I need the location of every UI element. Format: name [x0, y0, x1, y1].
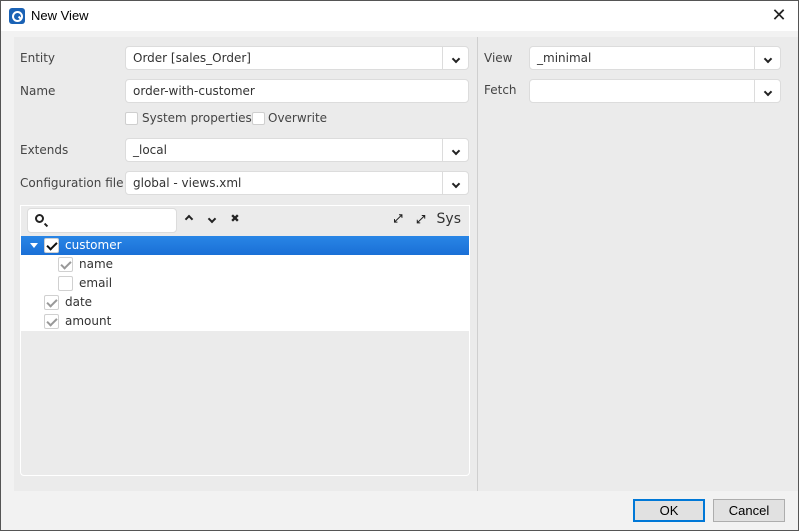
name-label: Name	[20, 84, 56, 98]
entity-select[interactable]: Order [sales_Order]	[125, 46, 469, 70]
close-button[interactable]: ✕	[764, 4, 794, 28]
ok-button[interactable]: OK	[633, 499, 705, 522]
right-pane: View _minimal Fetch	[478, 37, 798, 491]
config-file-value: global - views.xml	[133, 176, 242, 190]
tree-checkbox[interactable]	[44, 295, 59, 310]
chevron-down-icon	[451, 179, 460, 189]
name-input[interactable]	[125, 79, 469, 103]
config-file-dropdown-button[interactable]	[442, 172, 468, 194]
extends-label: Extends	[20, 143, 69, 157]
tree-item-label: date	[65, 295, 93, 309]
fetch-dropdown-button[interactable]	[754, 80, 780, 102]
view-dropdown-button[interactable]	[754, 47, 780, 69]
tree-item-email[interactable]: email	[21, 274, 469, 293]
tree-checkbox[interactable]	[58, 276, 73, 291]
tree-item-label: name	[79, 257, 114, 271]
view-value: _minimal	[537, 51, 592, 65]
chevron-down-icon	[451, 146, 460, 156]
tree-item-name[interactable]: name	[21, 255, 469, 274]
config-file-select[interactable]: global - views.xml	[125, 171, 469, 195]
search-icon	[35, 214, 44, 223]
tree-search-input[interactable]	[27, 208, 177, 233]
config-file-label: Configuration file	[20, 176, 124, 190]
clear-icon: ✖	[230, 212, 240, 225]
view-label: View	[484, 51, 513, 65]
tree-item-amount[interactable]: amount	[21, 312, 469, 331]
dialog-content: Entity Order [sales_Order] Name System p…	[14, 37, 798, 491]
tree-item-label: amount	[65, 314, 112, 328]
chevron-down-icon	[451, 54, 460, 64]
collapse-all-button[interactable]: ⤡	[413, 212, 427, 226]
expand-all-button[interactable]: ⤢	[391, 212, 405, 226]
clear-button[interactable]: ✖	[228, 212, 242, 226]
expand-icon: ⤢	[393, 212, 403, 225]
system-properties-checkbox[interactable]	[125, 112, 138, 125]
tree-item-date[interactable]: date	[21, 293, 469, 312]
entity-value: Order [sales_Order]	[133, 51, 251, 65]
properties-tree: customer name email date amount	[21, 236, 469, 331]
fetch-label: Fetch	[484, 83, 517, 97]
chevron-down-icon	[207, 214, 217, 224]
tree-checkbox[interactable]	[58, 257, 73, 272]
overwrite-checkbox[interactable]	[252, 112, 265, 125]
move-up-button[interactable]	[182, 212, 196, 226]
tree-item-customer[interactable]: customer	[21, 236, 469, 255]
left-pane: Entity Order [sales_Order] Name System p…	[14, 37, 477, 491]
expand-triangle-icon[interactable]	[30, 243, 38, 248]
sys-toggle-button[interactable]: Sys	[437, 211, 461, 227]
chevron-up-icon	[184, 214, 194, 224]
entity-dropdown-button[interactable]	[442, 47, 468, 69]
tree-item-label: email	[79, 276, 113, 290]
app-logo-icon	[9, 8, 25, 24]
chevron-down-icon	[763, 87, 772, 97]
extends-value: _local	[133, 143, 167, 157]
collapse-icon: ⤡	[414, 214, 427, 224]
system-properties-label: System properties	[142, 111, 252, 125]
entity-label: Entity	[20, 51, 56, 65]
new-view-dialog: New View ✕ Entity Order [sales_Order] Na…	[0, 0, 799, 531]
overwrite-label: Overwrite	[268, 111, 328, 125]
tree-checkbox[interactable]	[44, 314, 59, 329]
chevron-down-icon	[763, 54, 772, 64]
view-select[interactable]: _minimal	[529, 46, 781, 70]
move-down-button[interactable]	[205, 212, 219, 226]
window-title: New View	[31, 8, 89, 23]
tree-checkbox[interactable]	[44, 238, 59, 253]
fetch-select[interactable]	[529, 79, 781, 103]
properties-tree-panel: ✖ ⤢ ⤡ Sys customer name email date amoun…	[20, 205, 470, 476]
cancel-button[interactable]: Cancel	[713, 499, 785, 522]
close-icon: ✕	[771, 5, 787, 26]
tree-item-label: customer	[65, 238, 122, 252]
extends-dropdown-button[interactable]	[442, 139, 468, 161]
dialog-footer: OK Cancel	[1, 491, 798, 531]
title-bar: New View ✕	[1, 1, 798, 31]
extends-select[interactable]: _local	[125, 138, 469, 162]
